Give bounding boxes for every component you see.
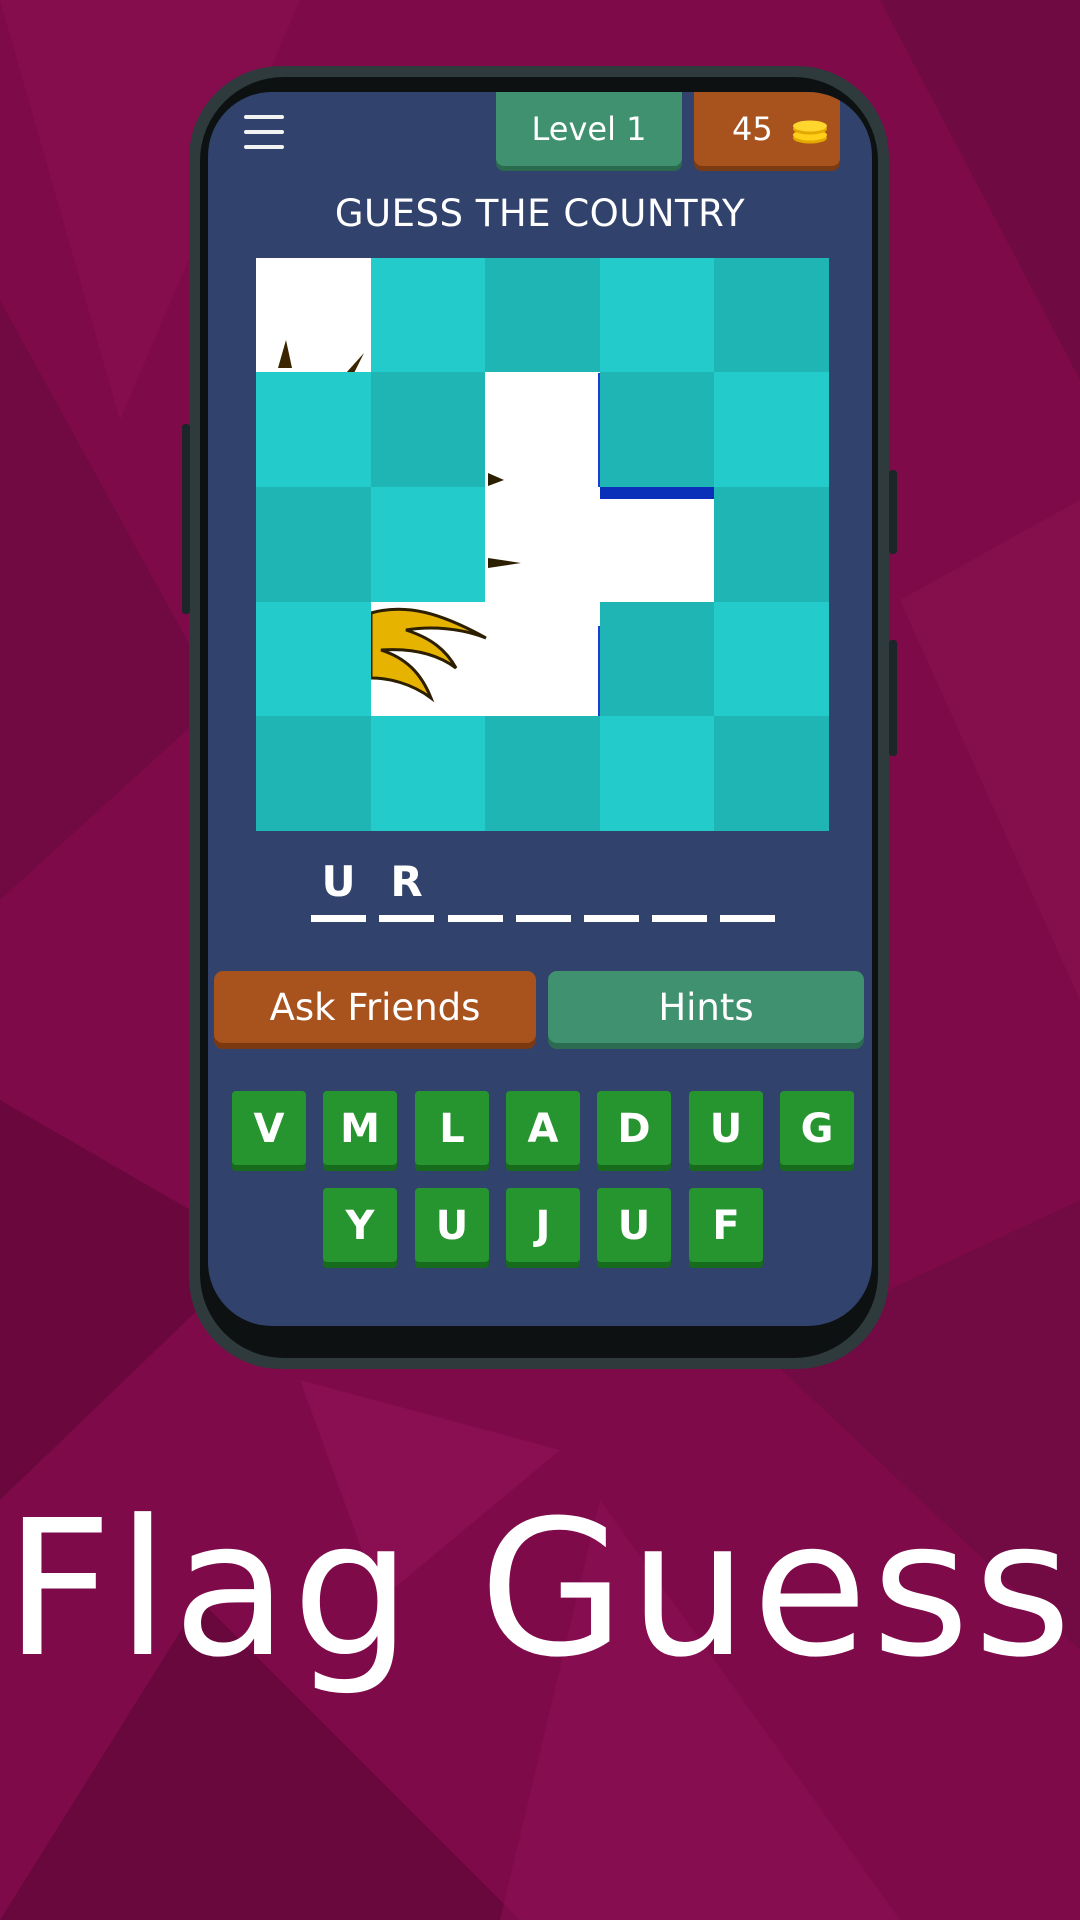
tile[interactable] <box>371 258 485 372</box>
answer-slot[interactable] <box>448 852 503 922</box>
letter-key[interactable]: J <box>506 1188 580 1262</box>
tile[interactable] <box>714 372 829 487</box>
page-title: GUESS THE COUNTRY <box>334 192 746 235</box>
game-screen: Level 1 45 GUESS THE COUNTRY U R Ask Fri… <box>208 92 872 1326</box>
tile[interactable] <box>714 258 829 372</box>
tile[interactable] <box>714 602 829 716</box>
answer-slot[interactable] <box>516 852 571 922</box>
tile[interactable] <box>600 602 714 716</box>
letter-key[interactable]: U <box>689 1091 763 1165</box>
answer-slot[interactable] <box>720 852 775 922</box>
answer-slot[interactable]: U <box>311 852 366 922</box>
flag-puzzle-grid <box>256 258 829 831</box>
letter-key[interactable]: D <box>597 1091 671 1165</box>
tile[interactable] <box>256 372 371 487</box>
tile[interactable] <box>371 487 485 602</box>
tile[interactable] <box>256 487 371 602</box>
coins-count: 45 <box>732 110 773 148</box>
tile[interactable] <box>714 716 829 831</box>
coin-stack-icon <box>793 120 827 144</box>
phone-side-button-left <box>182 424 190 614</box>
letter-key[interactable]: V <box>232 1091 306 1165</box>
tile[interactable] <box>371 716 485 831</box>
letter-key[interactable]: G <box>780 1091 854 1165</box>
phone-side-button-right-top <box>889 470 897 554</box>
hamburger-icon[interactable] <box>244 115 284 151</box>
letter-key[interactable]: Y <box>323 1188 397 1262</box>
tile[interactable] <box>600 716 714 831</box>
tile[interactable] <box>600 372 714 487</box>
tile[interactable] <box>714 487 829 602</box>
tile[interactable] <box>485 716 600 831</box>
level-badge: Level 1 <box>496 92 682 166</box>
hints-button[interactable]: Hints <box>548 971 864 1043</box>
phone-side-button-right-bottom <box>889 640 897 756</box>
tile[interactable] <box>485 258 600 372</box>
coins-badge[interactable]: 45 <box>694 92 840 166</box>
tile[interactable] <box>600 258 714 372</box>
letter-key[interactable]: F <box>689 1188 763 1262</box>
ask-friends-button[interactable]: Ask Friends <box>214 971 536 1043</box>
app-name: Flag Guess <box>4 1480 1076 1699</box>
tile[interactable] <box>256 716 371 831</box>
tile[interactable] <box>256 602 371 716</box>
tile[interactable] <box>371 372 485 487</box>
tile-cover-layer <box>256 258 829 831</box>
answer-slot[interactable] <box>584 852 639 922</box>
answer-slot[interactable] <box>652 852 707 922</box>
letter-key[interactable]: A <box>506 1091 580 1165</box>
answer-slots: U R <box>208 852 872 922</box>
letter-key[interactable]: U <box>597 1188 671 1262</box>
answer-slot[interactable]: R <box>379 852 434 922</box>
letter-key[interactable]: M <box>323 1091 397 1165</box>
letter-key[interactable]: U <box>415 1188 489 1262</box>
letter-key[interactable]: L <box>415 1091 489 1165</box>
